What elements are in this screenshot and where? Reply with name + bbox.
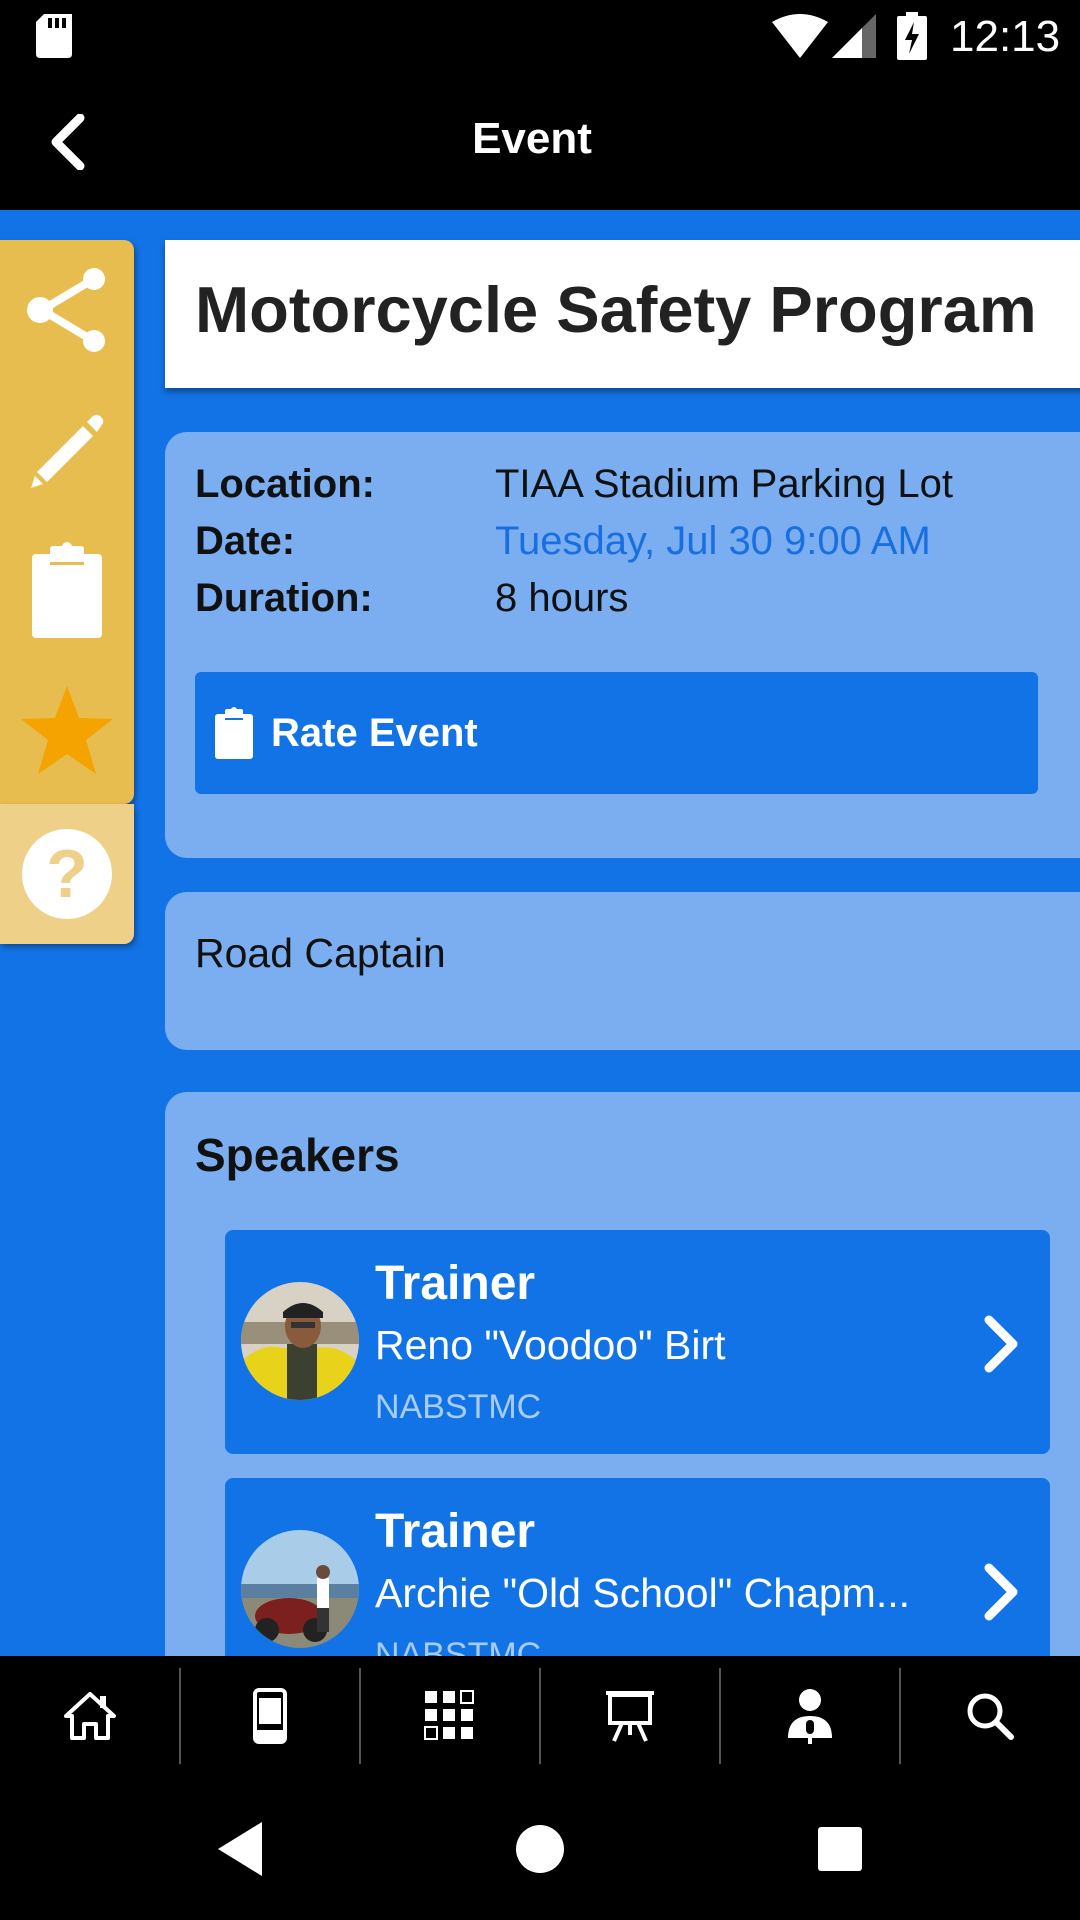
date-label: Date:: [195, 519, 296, 563]
notes-button[interactable]: [0, 520, 134, 660]
speaker-avatar: [241, 1530, 359, 1648]
location-label: Location:: [195, 462, 375, 506]
favorite-button[interactable]: [0, 660, 134, 800]
rate-event-button[interactable]: Rate Event: [195, 672, 1038, 794]
speaker-org: NABSTMC: [375, 1636, 542, 1656]
wifi-icon: [772, 14, 828, 58]
recents-square-icon[interactable]: [816, 1820, 864, 1878]
tab-phone[interactable]: [180, 1656, 360, 1776]
role-card: Road Captain: [165, 892, 1080, 1050]
tab-home[interactable]: [0, 1656, 180, 1776]
chevron-right-icon: [984, 1315, 1018, 1373]
presentation-icon: [606, 1691, 654, 1742]
speaker-name: Reno "Voodoo" Birt: [375, 1322, 726, 1368]
duration-value: 8 hours: [495, 576, 629, 620]
home-circle-icon[interactable]: [516, 1820, 564, 1878]
bottom-tab-bar: [0, 1656, 1080, 1776]
page-title: Event: [472, 114, 592, 163]
pencil-icon: [31, 414, 104, 488]
speaker-role: Trainer: [375, 1505, 536, 1558]
location-value: TIAA Stadium Parking Lot: [495, 462, 954, 506]
rate-event-label: Rate Event: [271, 710, 478, 755]
speakers-heading: Speakers: [195, 1129, 400, 1181]
share-button[interactable]: [0, 240, 134, 380]
event-details-card: Location: TIAA Stadium Parking Lot Date:…: [165, 432, 1080, 858]
speaker-name: Archie "Old School" Chapm...: [375, 1570, 911, 1616]
speaker-avatar: [241, 1282, 359, 1400]
phone-icon: [253, 1688, 287, 1744]
date-link[interactable]: Tuesday, Jul 30 9:00 AM: [495, 519, 931, 564]
chevron-right-icon: [984, 1563, 1018, 1621]
speaker-icon: [788, 1689, 832, 1744]
speaker-org: NABSTMC: [375, 1388, 542, 1426]
side-action-bar: [0, 240, 134, 804]
speaker-role: Trainer: [375, 1257, 536, 1310]
event-title-card: Motorcycle Safety Program: [165, 240, 1080, 388]
help-button[interactable]: ?: [0, 804, 134, 944]
home-icon: [64, 1692, 116, 1740]
event-title: Motorcycle Safety Program: [195, 273, 1037, 346]
tab-presentations[interactable]: [540, 1656, 720, 1776]
help-icon: ?: [22, 829, 112, 919]
battery-charging-icon: [897, 12, 927, 60]
duration-label: Duration:: [195, 576, 373, 620]
cell-signal-icon: [832, 14, 876, 58]
search-icon: [967, 1693, 1014, 1740]
status-bar: 12:13: [0, 0, 1080, 72]
tab-search[interactable]: [900, 1656, 1080, 1776]
main-content: ? Motorcycle Safety Program Location: TI…: [0, 210, 1080, 1656]
grid-icon: [424, 1690, 474, 1740]
speaker-item[interactable]: Trainer Reno "Voodoo" Birt NABSTMC: [225, 1230, 1050, 1454]
system-nav-bar: [0, 1776, 1080, 1920]
edit-button[interactable]: [0, 380, 134, 520]
share-icon: [27, 268, 105, 352]
speaker-item[interactable]: Trainer Archie "Old School" Chapm... NAB…: [225, 1478, 1050, 1656]
back-triangle-icon[interactable]: [216, 1820, 264, 1878]
tab-grid[interactable]: [360, 1656, 540, 1776]
role-text: Road Captain: [195, 930, 446, 976]
star-icon: [21, 686, 113, 774]
clipboard-icon: [215, 707, 253, 759]
tab-speakers[interactable]: [720, 1656, 900, 1776]
status-time: 12:13: [950, 12, 1061, 61]
speakers-card: Speakers Trainer Reno "Voodoo" Birt NABS…: [165, 1092, 1080, 1656]
app-bar: Event: [0, 72, 1080, 210]
sd-card-icon: [36, 14, 72, 58]
clipboard-icon: [32, 542, 102, 638]
